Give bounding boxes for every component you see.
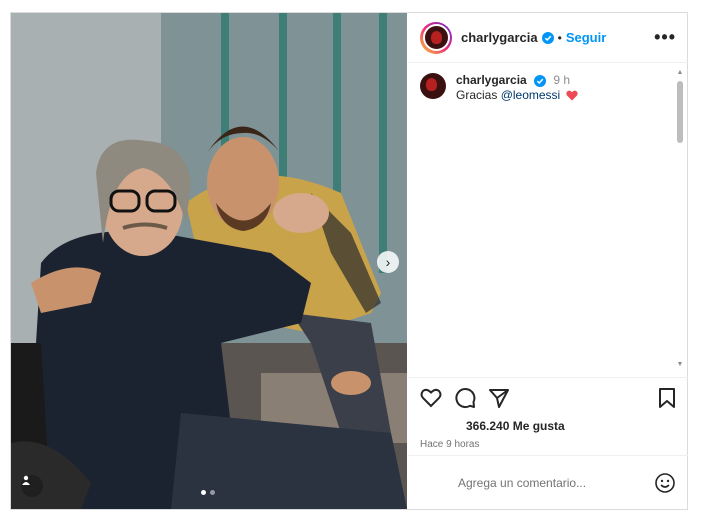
- comments-area[interactable]: charlygarcia 9 h Gracias @leomessi ▲ ▼: [408, 63, 688, 377]
- scroll-up-arrow-icon[interactable]: ▲: [676, 69, 684, 77]
- post-side-panel: charlygarcia • Seguir ••• charlygarcia 9…: [408, 13, 688, 509]
- person-tag-icon: [22, 475, 30, 485]
- photo-illustration: [11, 13, 407, 509]
- smiley-face-icon[interactable]: [654, 472, 676, 494]
- caption-body: charlygarcia 9 h Gracias @leomessi: [456, 73, 578, 103]
- more-options-icon[interactable]: •••: [654, 27, 676, 48]
- instagram-post-window: › charlygarcia • Seguir ••• charlygarcia…: [10, 12, 688, 510]
- verified-badge-icon: [541, 31, 554, 44]
- scrollbar-thumb[interactable]: [677, 81, 683, 143]
- next-photo-button[interactable]: ›: [377, 251, 399, 273]
- red-heart-emoji-icon: [565, 90, 578, 101]
- comments-scrollbar[interactable]: ▲ ▼: [676, 69, 684, 369]
- post-header: charlygarcia • Seguir •••: [408, 13, 688, 63]
- carousel-dot-active: [201, 490, 206, 495]
- add-comment-bar: [408, 455, 688, 509]
- caption-avatar[interactable]: [420, 73, 446, 99]
- profile-avatar-story-ring[interactable]: [420, 21, 452, 54]
- paper-plane-icon[interactable]: [488, 388, 510, 408]
- speech-bubble-icon[interactable]: [454, 387, 476, 409]
- verified-badge-icon: [534, 74, 547, 87]
- caption-comment: charlygarcia 9 h Gracias @leomessi: [420, 73, 676, 103]
- heart-outline-icon[interactable]: [420, 388, 442, 408]
- caption-username[interactable]: charlygarcia: [456, 73, 527, 87]
- profile-avatar: [422, 24, 450, 51]
- comment-input[interactable]: [420, 475, 654, 490]
- bookmark-icon[interactable]: [658, 387, 676, 409]
- likes-count[interactable]: 366.240 Me gusta: [408, 417, 688, 435]
- post-photo[interactable]: ›: [11, 13, 407, 509]
- carousel-dot: [210, 490, 215, 495]
- header-separator: •: [557, 30, 562, 45]
- scroll-down-arrow-icon[interactable]: ▼: [676, 361, 684, 369]
- follow-button[interactable]: Seguir: [566, 30, 606, 45]
- caption-text-line: Gracias @leomessi: [456, 88, 578, 103]
- action-bar: [408, 377, 688, 417]
- header-username[interactable]: charlygarcia: [461, 30, 538, 45]
- caption-text: Gracias: [456, 88, 501, 102]
- caption-mention-link[interactable]: @leomessi: [501, 88, 561, 102]
- carousel-indicator: [201, 490, 215, 495]
- caption-time[interactable]: 9 h: [553, 73, 570, 87]
- tagged-people-button[interactable]: [21, 475, 43, 497]
- post-timestamp: Hace 9 horas: [420, 439, 480, 450]
